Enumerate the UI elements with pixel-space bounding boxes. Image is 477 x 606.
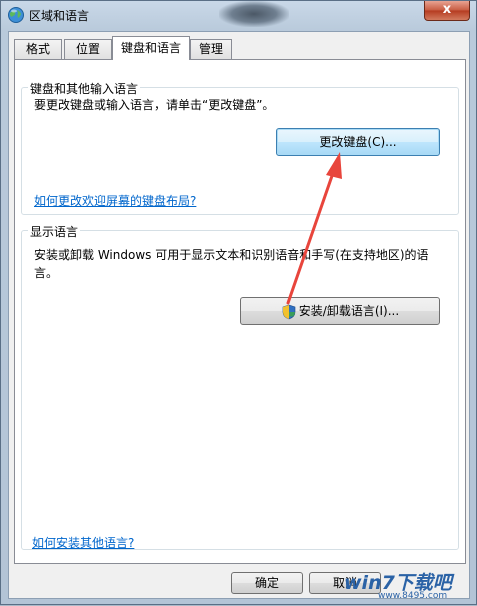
globe-icon [8,7,24,23]
install-button-label: 安装/卸载语言(I)... [298,304,400,318]
change-keyboards-button[interactable]: 更改键盘(C)... [276,128,440,156]
tab-panel: 键盘和其他输入语言 要更改键盘或输入语言，请单击“更改键盘”。 更改键盘(C).… [14,59,466,564]
uac-shield-icon [282,304,296,319]
install-other-languages-link[interactable]: 如何安装其他语言? [32,534,134,551]
welcome-screen-keyboard-link[interactable]: 如何更改欢迎屏幕的键盘布局? [34,192,196,209]
tab-administrative[interactable]: 管理 [190,39,232,59]
region-language-window: 区域和语言 x 格式 位置 键盘和语言 管理 键盘和其他输入语言 要更改键盘或输… [0,0,477,605]
keyboard-description: 要更改键盘或输入语言，请单击“更改键盘”。 [34,98,275,112]
tab-location[interactable]: 位置 [64,39,112,59]
display-language-group: 显示语言 安装或卸载 Windows 可用于显示文本和识别语音和手写(在支持地区… [21,223,459,550]
ok-button[interactable]: 确定 [231,572,303,594]
close-button[interactable]: x [424,1,470,21]
dialog-client-area: 格式 位置 键盘和语言 管理 键盘和其他输入语言 要更改键盘或输入语言，请单击“… [8,31,470,599]
site-watermark: win7下载吧 www.8495.com [344,566,470,602]
window-title: 区域和语言 [29,9,90,23]
display-language-description: 安装或卸载 Windows 可用于显示文本和识别语音和手写(在支持地区)的语言。 [34,248,429,280]
keyboard-group: 键盘和其他输入语言 要更改键盘或输入语言，请单击“更改键盘”。 更改键盘(C).… [21,80,459,215]
watermark-url: www.8495.com [378,591,448,601]
title-bar[interactable]: 区域和语言 x [1,1,476,29]
tab-formats[interactable]: 格式 [14,39,62,59]
tab-keyboards-languages[interactable]: 键盘和语言 [112,36,190,60]
keyboard-group-title: 键盘和其他输入语言 [28,80,141,97]
display-language-title: 显示语言 [28,223,81,240]
title-bar-blur-artifact [219,1,289,27]
install-uninstall-languages-button[interactable]: 安装/卸载语言(I)... [240,297,440,325]
